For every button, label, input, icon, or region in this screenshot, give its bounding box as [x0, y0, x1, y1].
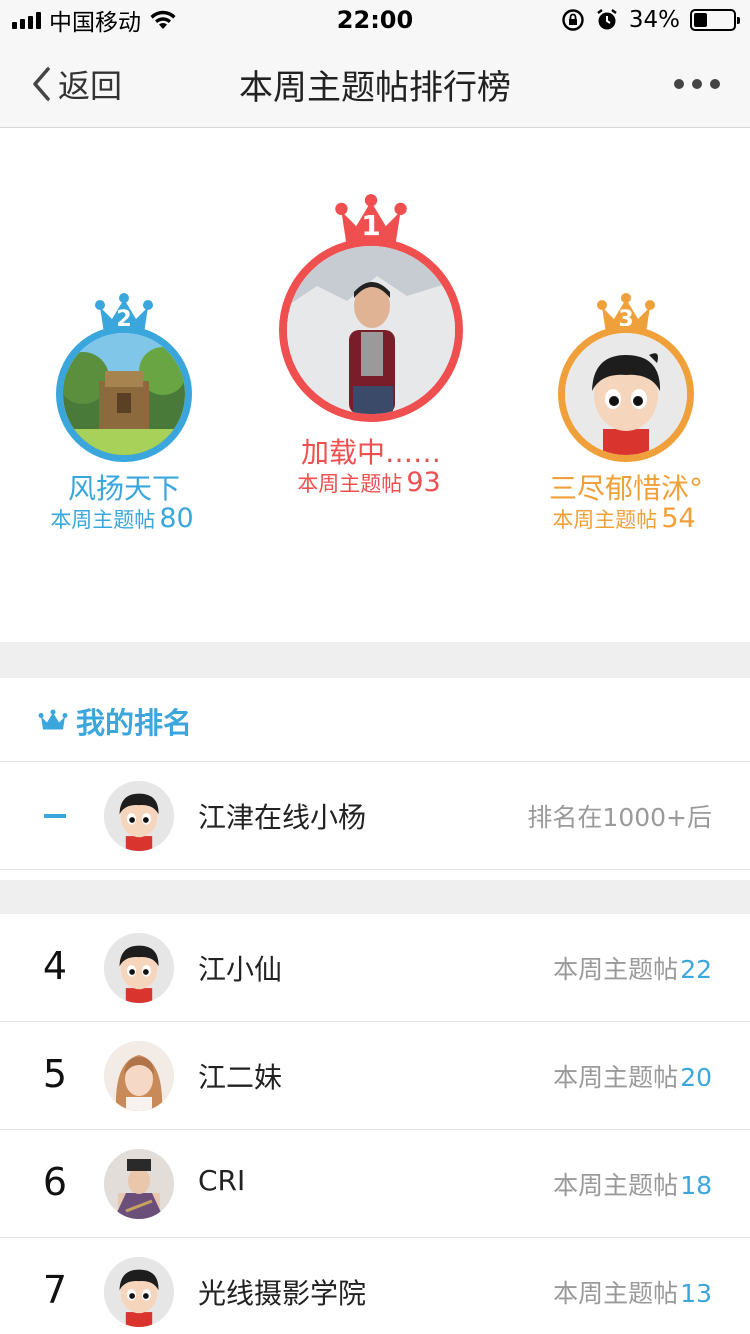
status-right: 34%: [561, 6, 740, 34]
top-three-podium: 2 风扬天下 本周主题帖 80 1 加载中…… 本周主题帖 93 3 三尽郁惜沭…: [0, 129, 750, 642]
page-title: 本周主题帖排行榜: [239, 68, 511, 108]
user-name: 光线摄影学院: [198, 1277, 367, 1310]
status-bar: 中国移动 22:00 34%: [0, 0, 750, 40]
rotation-lock-icon: [562, 9, 584, 31]
podium-second-name: 风扬天下: [67, 472, 180, 505]
my-rank-header: 我的排名: [0, 678, 750, 762]
crown-icon: [38, 709, 68, 730]
rank-number: 4: [42, 944, 68, 988]
section-divider: [0, 880, 750, 914]
podium-first-count: 本周主题帖 93: [297, 467, 441, 498]
rank-number: 5: [42, 1052, 68, 1096]
post-count: 本周主题帖18: [553, 1171, 712, 1200]
rank-dash: [44, 814, 66, 818]
battery-percent: 34%: [628, 7, 680, 33]
rank-number: 6: [42, 1160, 68, 1204]
user-name: CRI: [198, 1164, 246, 1197]
post-count: 本周主题帖22: [553, 955, 712, 984]
alarm-icon: [597, 9, 617, 30]
more-icon: [674, 79, 720, 89]
more-button[interactable]: [674, 70, 720, 98]
list-item[interactable]: 6 CRI 本周主题帖18: [0, 1130, 750, 1238]
avatar: [56, 326, 192, 462]
post-count: 本周主题帖13: [553, 1279, 712, 1308]
section-divider: [0, 642, 750, 678]
my-rank-title: 我的排名: [76, 706, 193, 740]
avatar: [104, 933, 174, 1003]
my-rank-row[interactable]: 江津在线小杨 排名在1000+后: [0, 762, 750, 870]
post-count: 本周主题帖20: [553, 1063, 712, 1092]
podium-second-count: 本周主题帖 80: [50, 503, 194, 534]
avatar: [104, 781, 174, 851]
user-name: 江二妹: [198, 1061, 283, 1094]
battery-icon: [690, 9, 740, 31]
podium-third-count: 本周主题帖 54: [552, 503, 696, 534]
avatar: [279, 238, 463, 422]
avatar: [104, 1149, 174, 1219]
rank-number: 7: [42, 1268, 68, 1312]
list-item[interactable]: 7 光线摄影学院 本周主题帖13: [0, 1238, 750, 1334]
user-name: 江津在线小杨: [198, 801, 367, 834]
user-name: 江小仙: [198, 953, 283, 986]
list-item[interactable]: 4 江小仙 本周主题帖22: [0, 914, 750, 1022]
avatar: [558, 326, 694, 462]
rank-status: 排名在1000+后: [527, 803, 712, 832]
nav-bar: 返回 本周主题帖排行榜: [0, 40, 750, 128]
avatar: [104, 1041, 174, 1111]
podium-third-name: 三尽郁惜沭°: [548, 472, 703, 505]
podium-first-name: 加载中……: [300, 436, 441, 469]
avatar: [104, 1257, 174, 1327]
list-item[interactable]: 5 江二妹 本周主题帖20: [0, 1022, 750, 1130]
